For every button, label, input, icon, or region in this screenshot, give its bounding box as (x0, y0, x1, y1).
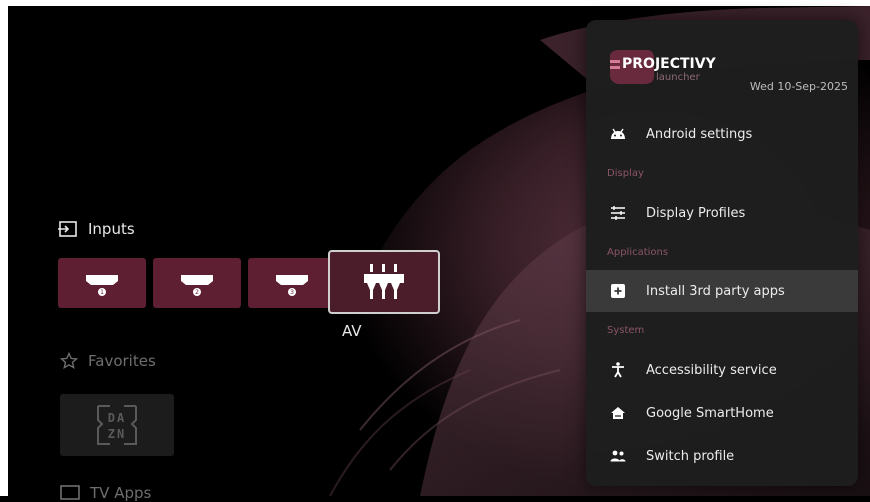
section-header-display: Display (607, 168, 644, 179)
screen-border-top (0, 0, 870, 6)
favorites-section-title: Favorites (60, 352, 156, 370)
menu-label: Accessibility service (646, 362, 777, 378)
svg-text:ZN: ZN (108, 427, 126, 441)
hdmi-icon: 2 (181, 275, 213, 296)
av-caption: AV (342, 322, 362, 340)
section-header-system: System (607, 325, 645, 336)
menu-label: Android settings (646, 126, 753, 142)
tv-apps-section-title: TV Apps (60, 484, 151, 502)
hdmi-badge-2: 2 (195, 289, 199, 296)
logo-wordmark: PROJECTIVY (622, 56, 717, 72)
menu-label: Switch profile (646, 448, 735, 464)
hdmi-icon: 1 (86, 275, 118, 296)
menu-item-install-3rd-party-apps[interactable]: Install 3rd party apps (586, 270, 858, 312)
input-tile-hdmi-1[interactable]: 1 (58, 258, 146, 308)
input-icon (58, 221, 77, 237)
menu-item-display-profiles[interactable]: Display Profiles (586, 192, 858, 234)
home-icon (610, 405, 626, 421)
settings-panel: PROJECTIVY launcher Wed 10-Sep-2025 Andr… (586, 20, 858, 486)
tv-apps-label: TV Apps (90, 484, 152, 502)
favorites-label: Favorites (88, 352, 156, 370)
input-tile-hdmi-2[interactable]: 2 (153, 258, 241, 308)
menu-label: Install 3rd party apps (646, 283, 785, 299)
menu-item-accessibility-service[interactable]: Accessibility service (586, 349, 858, 391)
menu-item-google-smarthome[interactable]: Google SmartHome (586, 392, 858, 434)
menu-label: Google SmartHome (646, 405, 774, 421)
projectivy-logo: PROJECTIVY launcher (610, 50, 717, 84)
hdmi-badge-3: 3 (290, 289, 294, 296)
logo-subtitle: launcher (656, 72, 701, 83)
android-icon (610, 126, 626, 142)
section-header-applications: Applications (607, 247, 669, 258)
av-icon (364, 264, 404, 299)
current-date: Wed 10-Sep-2025 (749, 80, 848, 93)
screen-border-left (0, 0, 8, 496)
menu-item-switch-profile[interactable]: Switch profile (586, 435, 858, 477)
inputs-label: Inputs (88, 220, 135, 238)
hdmi-badge-1: 1 (100, 289, 104, 296)
svg-text:DA: DA (108, 411, 126, 425)
plus-box-icon (610, 283, 626, 299)
favorite-app-dazn[interactable]: DA ZN (60, 394, 174, 456)
sliders-icon (610, 205, 626, 221)
input-tile-hdmi-3[interactable]: 3 (248, 258, 336, 308)
inputs-section-title: Inputs (58, 220, 135, 238)
menu-label: Display Profiles (646, 205, 746, 221)
accessibility-icon (610, 362, 626, 378)
tv-icon (60, 485, 80, 500)
menu-item-android-settings[interactable]: Android settings (586, 113, 858, 155)
star-icon (60, 352, 78, 370)
hdmi-icon: 3 (276, 275, 308, 296)
input-tile-av[interactable] (328, 250, 440, 314)
people-icon (610, 448, 626, 464)
dazn-logo: DA ZN (97, 405, 137, 445)
